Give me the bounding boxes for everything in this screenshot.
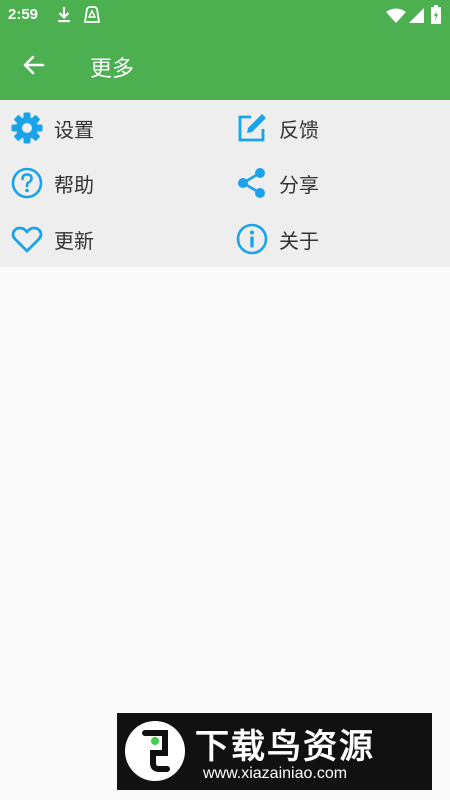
menu-item-label: 分享 bbox=[279, 172, 319, 197]
info-circle-icon bbox=[236, 223, 268, 255]
heart-icon bbox=[11, 226, 43, 253]
battery-icon bbox=[431, 5, 441, 24]
menu-item-label: 更新 bbox=[54, 228, 94, 253]
menu-item-update[interactable]: 更新 bbox=[10, 211, 210, 267]
app-bar: 更多 bbox=[0, 30, 450, 100]
status-time: 2:59 bbox=[8, 6, 39, 23]
menu-item-share[interactable]: 分享 bbox=[235, 155, 435, 211]
bird-logo-icon bbox=[125, 721, 185, 781]
notification-icon bbox=[83, 6, 101, 23]
arrow-left-icon bbox=[23, 55, 45, 75]
menu-item-label: 关于 bbox=[279, 228, 319, 253]
watermark-url: www.xiazainiao.com bbox=[203, 765, 348, 782]
help-circle-icon bbox=[11, 167, 43, 199]
menu-item-label: 反馈 bbox=[279, 117, 319, 142]
menu-item-label: 设置 bbox=[54, 117, 94, 142]
menu-item-help[interactable]: 帮助 bbox=[10, 155, 210, 211]
menu-item-label: 帮助 bbox=[54, 172, 94, 197]
share-icon bbox=[238, 168, 265, 198]
signal-icon bbox=[409, 8, 424, 23]
watermark-banner: 下载鸟资源 www.xiazainiao.com bbox=[117, 713, 432, 790]
edit-icon bbox=[238, 114, 266, 142]
back-button[interactable] bbox=[14, 45, 54, 85]
menu-grid: 设置 反馈 帮助 分享 更新 关于 bbox=[0, 100, 450, 267]
gear-icon bbox=[11, 112, 43, 144]
status-bar: 2:59 bbox=[0, 0, 450, 30]
watermark-title: 下载鸟资源 bbox=[195, 727, 375, 767]
page-title: 更多 bbox=[90, 57, 135, 82]
menu-item-about[interactable]: 关于 bbox=[235, 211, 435, 267]
menu-item-feedback[interactable]: 反馈 bbox=[235, 100, 435, 156]
wifi-icon bbox=[386, 8, 406, 23]
download-icon bbox=[58, 7, 70, 23]
menu-item-settings[interactable]: 设置 bbox=[10, 100, 210, 156]
